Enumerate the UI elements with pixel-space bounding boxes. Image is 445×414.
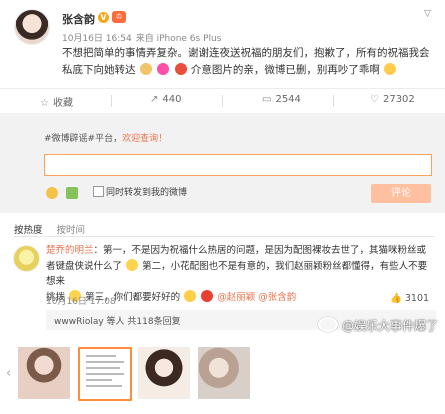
post-date[interactable]: 10月16日 16:54: [62, 34, 132, 44]
divider: [333, 95, 334, 107]
reply-summary-text: wwwRiolay 等人 共118条回复: [54, 317, 181, 327]
emoji-icon[interactable]: [46, 187, 58, 199]
rumor-notice: #微博辟谣#平台，欢迎查询！: [44, 132, 434, 146]
commenter-avatar[interactable]: [13, 245, 40, 272]
post-source: 来自 iPhone 6s Plus: [135, 34, 222, 44]
watermark: @娱乐大事件爆了: [318, 317, 438, 334]
repost-checkbox-label: 同时转发到我的微博: [106, 188, 188, 198]
image-gallery: [18, 347, 250, 403]
weibo-logo-icon: [318, 317, 338, 332]
avatar[interactable]: [14, 9, 50, 45]
thumbnail-text-line: [86, 373, 124, 375]
heart-emoji-icon: [201, 289, 214, 302]
emoji-icon: [126, 258, 139, 271]
hug-emoji-icon: [184, 289, 197, 302]
thumbs-up-icon: ♡: [370, 94, 379, 105]
like-count: 27302: [382, 94, 415, 105]
mention[interactable]: @张含韵: [258, 292, 296, 303]
sort-tabs: 按热度 按时间: [14, 222, 99, 236]
chevron-left-icon[interactable]: ‹: [6, 366, 11, 381]
image-icon[interactable]: [66, 187, 78, 199]
comment-button[interactable]: ▭ 2544: [262, 94, 301, 105]
verified-badge-icon: V: [98, 12, 109, 23]
like-button[interactable]: ♡ 27302: [370, 94, 415, 105]
favorite-label: 收藏: [52, 98, 73, 109]
thumbnail-text-line: [86, 367, 120, 369]
divider: [14, 236, 434, 237]
thumbnail-text-line: [86, 385, 122, 387]
favorite-button[interactable]: ☆ 收藏: [40, 94, 73, 109]
repost-button[interactable]: ↗ 440: [150, 94, 181, 105]
post-comment-button[interactable]: 评论: [371, 184, 431, 203]
divider: [111, 95, 112, 107]
cake-emoji-icon: [139, 63, 152, 75]
action-bar: ☆ 收藏 ↗ 440 ▭ 2544 ♡ 27302: [0, 88, 445, 114]
post-text-line1: 不想把简单的事情弄复杂。谢谢连夜送祝福的朋友们，抱歉了，所有的祝福我会: [62, 47, 430, 59]
thumbnail-text-line: [86, 355, 116, 357]
post-meta: 10月16日 16:54 来自 iPhone 6s Plus: [62, 31, 221, 44]
tab-by-hot[interactable]: 按热度: [14, 225, 43, 236]
post-text: 不想把简单的事情弄复杂。谢谢连夜送祝福的朋友们，抱歉了，所有的祝福我会 私底下向…: [62, 45, 437, 79]
watermark-text: @娱乐大事件爆了: [342, 319, 439, 333]
smile-emoji-icon: [384, 63, 397, 75]
gallery-thumbnail-selected[interactable]: [78, 347, 132, 401]
gallery-thumbnail[interactable]: [138, 347, 190, 399]
thumbnail-text-line: [86, 379, 112, 381]
comment-line1: ：第一，不是因为祝福什么热居的问题，是因为配图裸妆去世了，其猫咪粉丝或: [93, 245, 427, 256]
comment-author[interactable]: 楚乔的明兰: [46, 245, 94, 256]
thumbs-up-icon: 👍: [390, 293, 405, 304]
repost-icon: ↗: [150, 94, 159, 105]
thumbnail-text-line: [86, 361, 124, 363]
post-text-line2b: 介意图片的亲，微博已删，别再吵了乖啊: [190, 64, 380, 76]
tab-by-time[interactable]: 按时间: [57, 225, 86, 236]
comment-count: 2544: [275, 94, 301, 105]
username[interactable]: 张含韵: [62, 11, 95, 27]
gallery-thumbnail[interactable]: [18, 347, 70, 399]
chevron-down-icon[interactable]: ▽: [424, 9, 431, 19]
repost-count: 440: [162, 94, 182, 105]
comment-input[interactable]: [44, 154, 432, 176]
comment-line2: 者键盘侠说什么了: [46, 260, 123, 272]
comment-time: 10月16日 17:08: [46, 297, 116, 307]
divider: [222, 95, 223, 107]
notice-text: #微博辟谣#平台，: [44, 134, 123, 144]
gift-emoji-icon: [174, 63, 187, 75]
notice-link[interactable]: 欢迎查询！: [122, 134, 167, 144]
post-text-line2a: 私底下向她转达: [62, 64, 136, 76]
comment-like-count: 3101: [404, 293, 430, 304]
comment-like-button[interactable]: 👍 3101: [390, 293, 429, 304]
comment-icon: ▭: [262, 94, 272, 105]
heart-emoji-icon: [157, 63, 170, 75]
crown-badge-icon: ♔: [112, 11, 126, 23]
weibo-post-card: 张含韵 V ♔ ▽ 10月16日 16:54 来自 iPhone 6s Plus …: [0, 0, 445, 414]
repost-checkbox[interactable]: [93, 186, 104, 197]
star-icon: ☆: [40, 98, 49, 109]
gallery-thumbnail[interactable]: [198, 347, 250, 399]
mention[interactable]: @赵丽颖: [217, 292, 255, 303]
